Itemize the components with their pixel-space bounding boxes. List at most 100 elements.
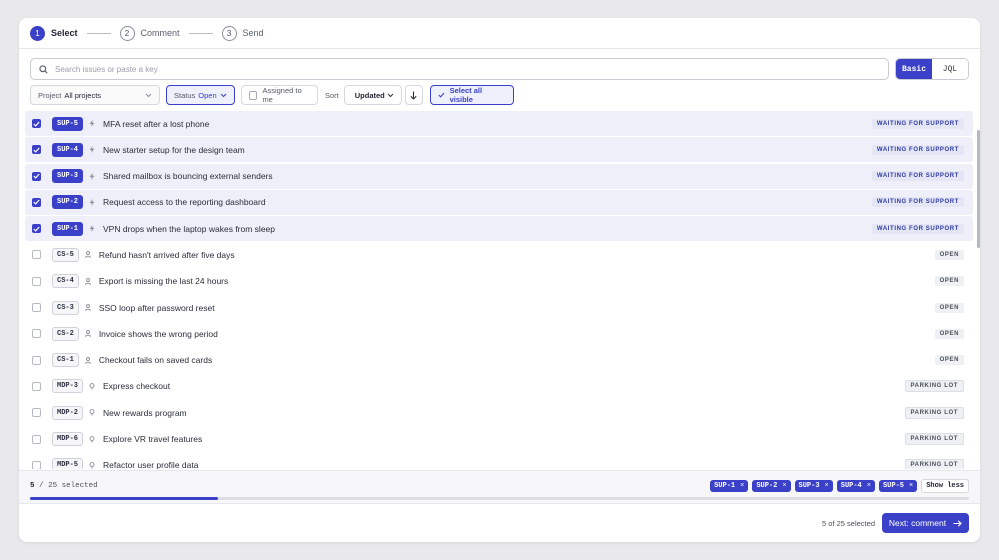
person-icon: [84, 251, 91, 259]
step-send[interactable]: 3 Send: [221, 25, 264, 41]
selected-chip[interactable]: SUP-2 ×: [752, 480, 791, 492]
bolt-icon: [89, 172, 95, 180]
issue-row[interactable]: SUP-2 Request access to the reporting das…: [25, 189, 973, 215]
selected-chip[interactable]: SUP-4 ×: [836, 480, 875, 492]
total-count: 25: [48, 482, 58, 490]
bolt-icon: [89, 198, 95, 206]
issue-title: Shared mailbox is bouncing external send…: [103, 171, 273, 182]
issue-row[interactable]: SUP-5 MFA reset after a lost phone WAITING…: [25, 111, 973, 136]
project-filter[interactable]: Project All projects: [30, 85, 160, 105]
sort-select[interactable]: Updated: [343, 85, 402, 105]
footer-bar: 5 of 25 selected Next: comment: [19, 503, 980, 542]
row-checkbox[interactable]: [32, 119, 41, 128]
assigned-to-me-toggle[interactable]: Assigned to me: [241, 85, 318, 105]
show-less-button[interactable]: Show less: [921, 479, 969, 493]
sort-direction-button[interactable]: [404, 85, 423, 105]
row-checkbox[interactable]: [32, 460, 41, 469]
issue-row[interactable]: SUP-3 Shared mailbox is bouncing external…: [25, 163, 973, 189]
selection-progress: [30, 497, 969, 500]
issue-row[interactable]: SUP-4 New starter setup for the design te…: [25, 137, 973, 163]
arrow-down-icon: [410, 91, 417, 100]
row-checkbox[interactable]: [32, 171, 41, 181]
row-checkbox[interactable]: [32, 197, 41, 207]
row-checkbox[interactable]: [32, 224, 41, 234]
issue-row[interactable]: CS-4 Export is missing the last 24 hours O…: [25, 269, 973, 294]
next-label: Next: comment: [888, 518, 947, 528]
assigned-label: Assigned to me: [262, 86, 302, 104]
issue-row[interactable]: CS-2 Invoice shows the wrong period OPEN: [25, 321, 973, 346]
issue-key: CS-1: [52, 353, 79, 368]
person-icon: [84, 330, 91, 338]
step-select[interactable]: 1 Select: [30, 25, 78, 41]
issue-title: Request access to the reporting dashboar…: [103, 197, 266, 208]
issue-row[interactable]: MDP-5 Refactor user profile data PARKING L…: [25, 453, 973, 469]
issue-row[interactable]: CS-3 SSO loop after password reset OPEN: [25, 295, 973, 320]
issue-row[interactable]: MDP-6 Explore VR travel features PARKING L…: [25, 427, 973, 452]
issue-key: CS-3: [52, 300, 79, 315]
row-checkbox[interactable]: [32, 408, 41, 418]
close-icon[interactable]: ×: [740, 482, 744, 490]
issue-row[interactable]: MDP-2 New rewards program PARKING LOT: [25, 400, 973, 425]
row-checkbox[interactable]: [32, 329, 41, 339]
row-checkbox[interactable]: [32, 355, 41, 365]
row-checkbox[interactable]: [32, 276, 41, 286]
scrollbar[interactable]: [977, 130, 980, 248]
person-icon: [84, 356, 91, 364]
status-badge: WAITING FOR SUPPORT: [871, 171, 964, 182]
close-icon[interactable]: ×: [909, 482, 913, 490]
select-all-label: Select all visible: [449, 86, 483, 104]
step-comment[interactable]: 2 Comment: [119, 25, 180, 41]
issue-title: New starter setup for the design team: [103, 144, 245, 155]
chevron-down-icon: [387, 93, 394, 97]
chip-label: SUP-1: [714, 482, 736, 490]
step-number: 3: [221, 25, 237, 41]
issue-title: New rewards program: [103, 407, 187, 418]
assigned-checkbox[interactable]: [249, 90, 258, 100]
row-checkbox[interactable]: [32, 303, 41, 313]
issue-key: MDP-5: [52, 458, 84, 469]
issue-row[interactable]: CS-5 Refund hasn't arrived after five day…: [25, 242, 973, 267]
sort-label: Sort: [325, 90, 339, 100]
status-badge: OPEN: [934, 249, 964, 260]
issue-key: CS-5: [52, 247, 79, 262]
row-checkbox[interactable]: [32, 145, 41, 155]
close-icon[interactable]: ×: [782, 482, 786, 490]
issue-title: SSO loop after password reset: [98, 302, 215, 313]
close-icon[interactable]: ×: [867, 482, 871, 490]
status-badge: OPEN: [934, 302, 964, 313]
issue-row[interactable]: MDP-3 Express checkout PARKING LOT: [25, 374, 973, 399]
bulb-icon: [89, 435, 95, 443]
step-label: Select: [51, 28, 78, 38]
select-all-visible-button[interactable]: Select all visible: [429, 85, 514, 105]
status-filter[interactable]: Status Open: [166, 85, 235, 105]
close-icon[interactable]: ×: [825, 482, 829, 490]
chip-label: SUP-4: [840, 482, 862, 490]
selected-chip[interactable]: SUP-5 ×: [878, 480, 918, 492]
jql-mode-button[interactable]: JQL: [932, 59, 968, 79]
footer-count: 5 of 25 selected: [822, 518, 875, 528]
check-icon: [438, 92, 445, 98]
next-comment-button[interactable]: Next: comment: [882, 513, 969, 533]
query-mode-toggle: Basic JQL: [895, 58, 969, 80]
issue-key: CS-4: [52, 274, 79, 289]
selected-chip[interactable]: SUP-3 ×: [794, 480, 833, 492]
step-label: Send: [242, 28, 264, 38]
selected-chip[interactable]: SUP-1 ×: [710, 480, 749, 492]
issue-row[interactable]: CS-1 Checkout fails on saved cards OPEN: [25, 348, 973, 373]
chip-label: SUP-3: [798, 482, 820, 490]
row-checkbox[interactable]: [32, 381, 41, 391]
row-checkbox[interactable]: [32, 434, 41, 444]
row-checkbox[interactable]: [32, 250, 41, 260]
issue-row[interactable]: SUP-1 VPN drops when the laptop wakes fro…: [25, 216, 973, 242]
step-label: Comment: [140, 28, 180, 38]
chevron-down-icon: [220, 93, 227, 97]
selection-count: 5 / 25 selected: [30, 482, 98, 490]
basic-mode-button[interactable]: Basic: [896, 59, 932, 79]
status-badge: PARKING LOT: [904, 380, 964, 393]
search-box[interactable]: [30, 58, 889, 80]
arrow-right-icon: [953, 519, 962, 527]
status-badge: WAITING FOR SUPPORT: [871, 118, 964, 129]
issue-title: Export is missing the last 24 hours: [98, 276, 229, 287]
count-separator: /: [39, 482, 44, 490]
search-input[interactable]: [55, 64, 888, 74]
